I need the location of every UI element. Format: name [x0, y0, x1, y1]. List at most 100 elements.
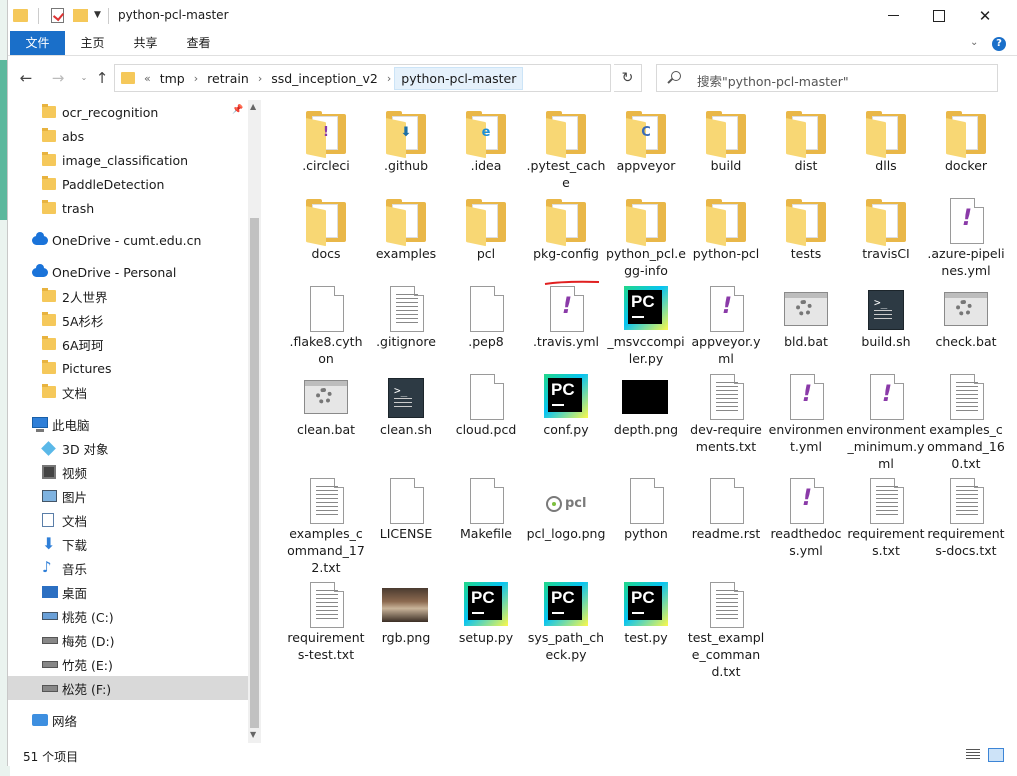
- file-item[interactable]: dev-requirements.txt: [686, 364, 766, 464]
- sidebar-item[interactable]: Pictures: [8, 356, 248, 380]
- tab-home[interactable]: 主页: [70, 31, 115, 55]
- forward-button[interactable]: →: [48, 68, 68, 88]
- file-item[interactable]: Makefile: [446, 468, 526, 568]
- quick-access-dropdown-icon[interactable]: ▼: [94, 10, 101, 28]
- new-folder-icon[interactable]: [73, 9, 88, 22]
- file-item[interactable]: .pytest_cache: [526, 100, 606, 200]
- file-item[interactable]: python-pcl: [686, 188, 766, 288]
- file-item[interactable]: dlls: [846, 100, 926, 200]
- file-item[interactable]: PC sys_path_check.py: [526, 572, 606, 672]
- file-item[interactable]: examples: [366, 188, 446, 288]
- file-item[interactable]: ⬇ .github: [366, 100, 446, 200]
- file-item[interactable]: check.bat: [926, 276, 1006, 376]
- file-item[interactable]: pcl: [446, 188, 526, 288]
- breadcrumb-item[interactable]: retrain: [201, 71, 255, 86]
- back-button[interactable]: ←: [16, 68, 36, 88]
- breadcrumb-item[interactable]: ssd_inception_v2: [265, 71, 384, 86]
- file-item[interactable]: .flake8.cython: [286, 276, 366, 376]
- file-item[interactable]: ! .travis.yml: [526, 276, 606, 376]
- tab-file[interactable]: 文件: [10, 31, 65, 55]
- file-item[interactable]: ! environment_minimum.yml: [846, 364, 926, 471]
- sidebar-item[interactable]: ♪ 音乐: [8, 556, 248, 580]
- breadcrumb-overflow[interactable]: «: [141, 72, 154, 85]
- file-item[interactable]: depth.png: [606, 364, 686, 464]
- navigation-pane-scrollbar[interactable]: ▲ ▼: [248, 100, 261, 743]
- file-item[interactable]: ! .azure-pipelines.yml: [926, 188, 1006, 288]
- close-button[interactable]: ✕: [962, 0, 1008, 31]
- sidebar-item[interactable]: ocr_recognition 📌: [8, 100, 248, 124]
- file-item[interactable]: docker: [926, 100, 1006, 200]
- sidebar-item[interactable]: 梅苑 (D:): [8, 628, 248, 652]
- scroll-down-icon[interactable]: ▼: [250, 730, 256, 739]
- sidebar-item[interactable]: 图片: [8, 484, 248, 508]
- file-item[interactable]: e .idea: [446, 100, 526, 200]
- large-icons-view-icon[interactable]: [988, 748, 1004, 762]
- file-item[interactable]: >_ build.sh: [846, 276, 926, 376]
- file-item[interactable]: readme.rst: [686, 468, 766, 568]
- sidebar-item[interactable]: 松苑 (F:): [8, 676, 248, 700]
- sidebar-item[interactable]: 3D 对象: [8, 436, 248, 460]
- breadcrumb-item[interactable]: tmp: [154, 71, 191, 86]
- file-item[interactable]: .gitignore: [366, 276, 446, 376]
- sidebar-item[interactable]: abs: [8, 124, 248, 148]
- sidebar-item[interactable]: 文档: [8, 380, 248, 404]
- file-item[interactable]: examples_command_160.txt: [926, 364, 1006, 471]
- sidebar-item[interactable]: 文档: [8, 508, 248, 532]
- file-item[interactable]: rgb.png: [366, 572, 446, 672]
- refresh-button[interactable]: ↻: [614, 64, 642, 92]
- file-item[interactable]: requirements-docs.txt: [926, 468, 1006, 568]
- file-item[interactable]: cloud.pcd: [446, 364, 526, 464]
- file-item[interactable]: PC conf.py: [526, 364, 606, 464]
- file-item[interactable]: bld.bat: [766, 276, 846, 376]
- breadcrumb-current[interactable]: python-pcl-master: [394, 66, 524, 90]
- file-item[interactable]: PC setup.py: [446, 572, 526, 672]
- properties-icon[interactable]: [51, 8, 64, 23]
- sidebar-item[interactable]: 视频: [8, 460, 248, 484]
- minimize-button[interactable]: [870, 0, 916, 31]
- file-item[interactable]: >_ clean.sh: [366, 364, 446, 464]
- file-item[interactable]: test_example_command.txt: [686, 572, 766, 679]
- sidebar-item[interactable]: PaddleDetection: [8, 172, 248, 196]
- sidebar-item[interactable]: 6A珂珂: [8, 332, 248, 356]
- file-item[interactable]: build: [686, 100, 766, 200]
- file-item[interactable]: ! appveyor.yml: [686, 276, 766, 376]
- scroll-up-icon[interactable]: ▲: [250, 102, 256, 111]
- file-item[interactable]: PC _msvccompiler.py: [606, 276, 686, 376]
- file-item[interactable]: travisCI: [846, 188, 926, 288]
- file-item[interactable]: pkg-config: [526, 188, 606, 288]
- sidebar-item[interactable]: OneDrive - Personal: [8, 260, 248, 284]
- sidebar-item[interactable]: 此电脑: [8, 412, 248, 436]
- file-item[interactable]: ! environment.yml: [766, 364, 846, 464]
- file-item[interactable]: clean.bat: [286, 364, 366, 464]
- search-input[interactable]: 搜索"python-pcl-master": [656, 64, 998, 92]
- file-item[interactable]: python: [606, 468, 686, 568]
- sidebar-item[interactable]: 竹苑 (E:): [8, 652, 248, 676]
- file-item[interactable]: tests: [766, 188, 846, 288]
- chevron-right-icon[interactable]: ›: [384, 72, 394, 85]
- file-item[interactable]: ! readthedocs.yml: [766, 468, 846, 568]
- address-bar[interactable]: « tmp › retrain › ssd_inception_v2 › pyt…: [114, 64, 703, 92]
- tab-view[interactable]: 查看: [176, 31, 221, 55]
- sidebar-item[interactable]: 网络: [8, 708, 248, 732]
- expand-ribbon-icon[interactable]: ⌄: [970, 37, 978, 48]
- maximize-button[interactable]: [916, 0, 962, 31]
- recent-locations-dropdown-icon[interactable]: ⌄: [74, 68, 94, 88]
- up-button[interactable]: ↑: [92, 68, 112, 88]
- file-item[interactable]: docs: [286, 188, 366, 288]
- file-item[interactable]: ! .circleci: [286, 100, 366, 200]
- file-item[interactable]: Cappveyor: [606, 100, 686, 200]
- file-item[interactable]: LICENSE: [366, 468, 446, 568]
- sidebar-item[interactable]: 2人世界: [8, 284, 248, 308]
- file-item[interactable]: requirements-test.txt: [286, 572, 366, 672]
- file-item[interactable]: PC test.py: [606, 572, 686, 672]
- sidebar-item[interactable]: 桃苑 (C:): [8, 604, 248, 628]
- file-item[interactable]: examples_command_172.txt: [286, 468, 366, 575]
- chevron-right-icon[interactable]: ›: [191, 72, 201, 85]
- sidebar-item[interactable]: ⬇ 下载: [8, 532, 248, 556]
- file-item[interactable]: .pep8: [446, 276, 526, 376]
- sidebar-item[interactable]: 桌面: [8, 580, 248, 604]
- sidebar-item[interactable]: trash: [8, 196, 248, 220]
- details-view-icon[interactable]: [966, 749, 980, 761]
- scrollbar-thumb[interactable]: [250, 218, 259, 728]
- file-item[interactable]: requirements.txt: [846, 468, 926, 568]
